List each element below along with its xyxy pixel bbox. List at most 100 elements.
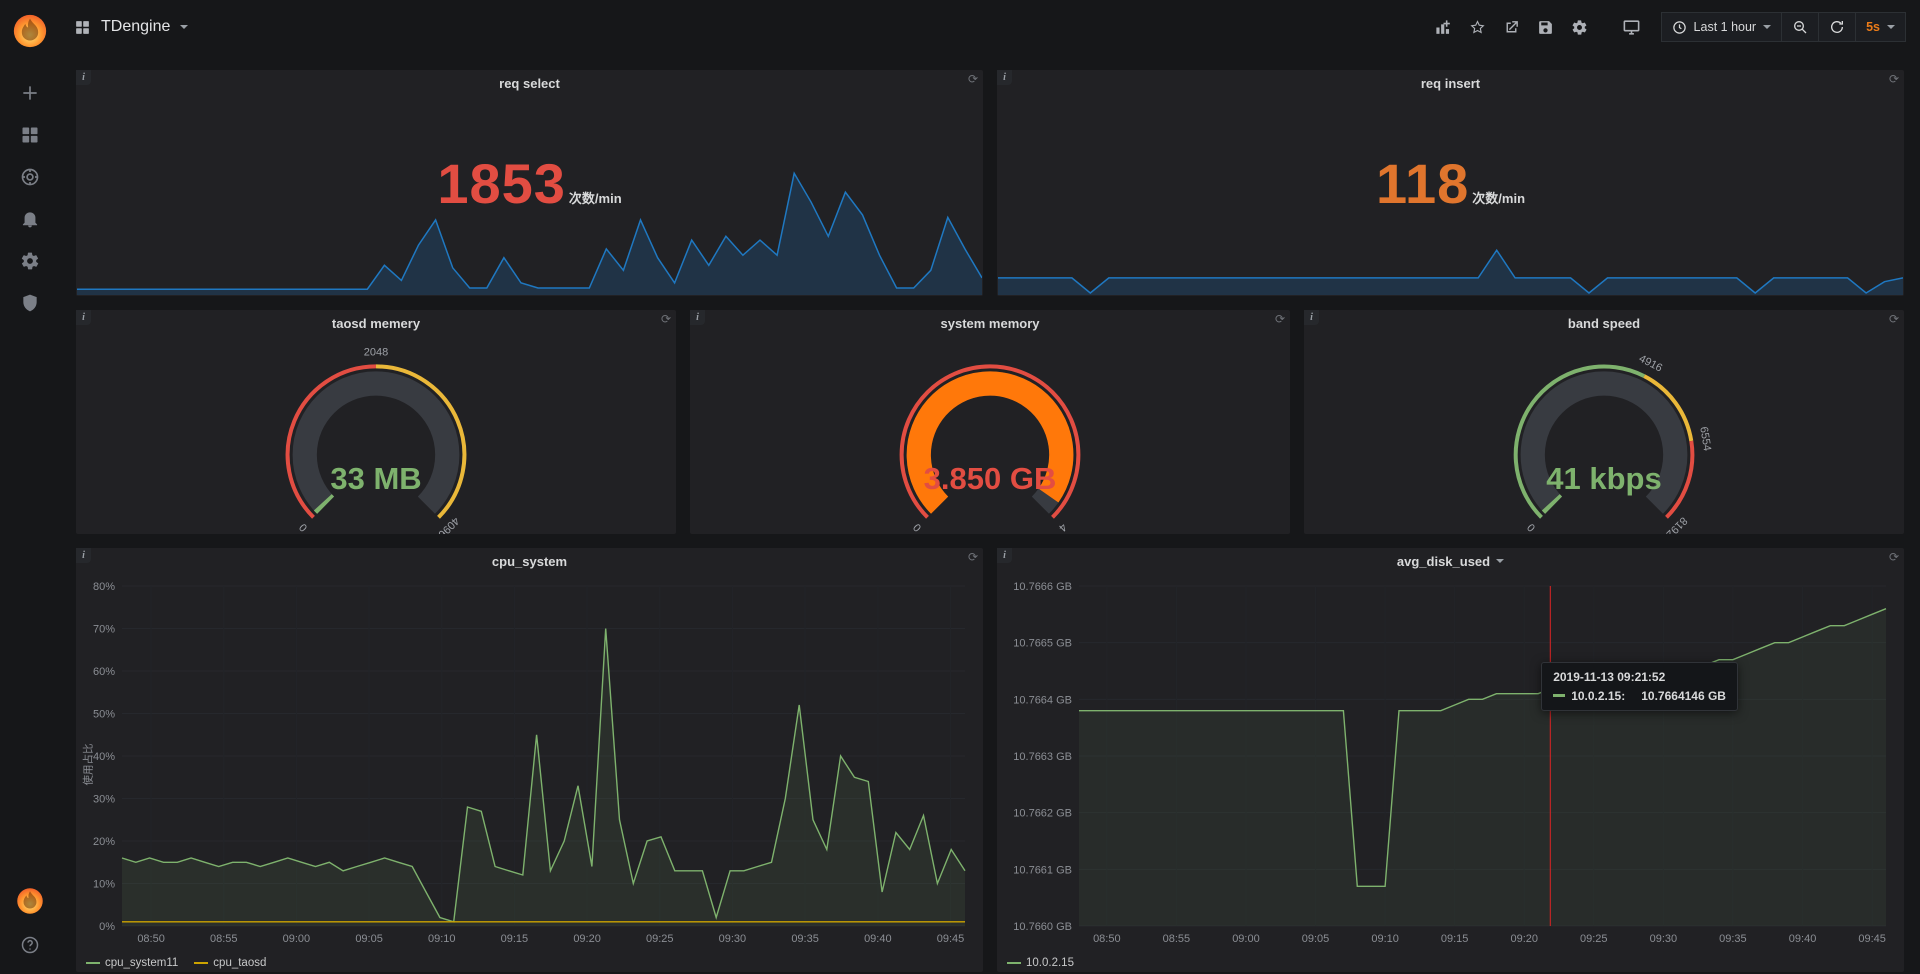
panel-body: 118 次数/min: [997, 96, 1904, 296]
dashboard-settings-button[interactable]: [1565, 12, 1595, 42]
x-axis-tick-label: 08:50: [1093, 933, 1121, 945]
panel-title[interactable]: avg_disk_used: [1397, 554, 1504, 569]
panel-info-icon[interactable]: i: [997, 70, 1012, 85]
x-axis-tick-label: 09:40: [864, 933, 892, 945]
taosd-memory-gauge: 02048409633 MB: [76, 336, 676, 534]
panel-title[interactable]: req select: [499, 76, 560, 91]
star-icon: [1469, 19, 1486, 36]
grafana-logo[interactable]: [11, 12, 49, 50]
gauge-chart: 049166554819241 kbps: [1304, 336, 1904, 534]
panel-body: 1853 次数/min: [76, 96, 983, 296]
sidebar-item-create[interactable]: [0, 72, 60, 114]
save-icon: [1537, 19, 1554, 36]
x-axis-tick-label: 09:30: [719, 933, 747, 945]
user-avatar[interactable]: [15, 886, 45, 916]
sidebar-item-configuration[interactable]: [0, 240, 60, 282]
sidebar-item-explore[interactable]: [0, 156, 60, 198]
system-memory-gauge: 043.850 GB: [690, 336, 1290, 534]
timeseries-chart: 10.7660 GB10.7661 GB10.7662 GB10.7663 GB…: [1003, 576, 1896, 948]
panel-title[interactable]: cpu_system: [492, 554, 567, 569]
navbar: TDengine: [60, 0, 1920, 54]
panel-info-icon[interactable]: i: [1304, 310, 1319, 325]
panel-header: req insert: [997, 70, 1904, 96]
dashboard-grid: i ⟳ req select 1853 次数/min i ⟳ r: [60, 54, 1920, 974]
time-range-label: Last 1 hour: [1694, 20, 1757, 34]
chevron-down-icon: [1887, 25, 1895, 29]
singlestat-unit: 次数/min: [1472, 188, 1525, 207]
tooltip-series-value: 10.7664146 GB: [1641, 689, 1726, 703]
monitor-icon: [1622, 18, 1641, 37]
refresh-interval-label: 5s: [1866, 20, 1880, 34]
y-axis-tick-label: 10.7664 GB: [1013, 694, 1072, 706]
star-dashboard-button[interactable]: [1463, 12, 1493, 42]
panel-loading-icon: ⟳: [1889, 550, 1899, 564]
sidebar-item-alerting[interactable]: [0, 198, 60, 240]
panel-req-insert: i ⟳ req insert 118 次数/min: [997, 70, 1904, 296]
cycle-view-mode-button[interactable]: [1617, 12, 1647, 42]
legend-item[interactable]: cpu_system11: [86, 957, 178, 969]
cpu-system-graph: 0%10%20%30%40%50%60%70%80%08:5008:5509:0…: [82, 576, 975, 948]
y-axis-label: 使用占比: [81, 744, 96, 786]
grafana-flame-icon: [11, 12, 49, 50]
panel-header: avg_disk_used: [997, 548, 1904, 574]
y-axis-tick-label: 50%: [93, 709, 115, 721]
sidebar-bottom: [0, 886, 60, 960]
zoom-out-button[interactable]: [1782, 12, 1819, 42]
panel-body: 使用占比 0%10%20%30%40%50%60%70%80%08:5008:5…: [76, 574, 983, 972]
gauge-value: 33 MB: [330, 461, 421, 496]
y-axis-tick-label: 0%: [99, 921, 115, 933]
panel-info-icon[interactable]: i: [76, 70, 91, 85]
panel-body: 049166554819241 kbps: [1304, 336, 1904, 534]
singlestat-unit: 次数/min: [569, 188, 622, 207]
singlestat-value-wrap: 118 次数/min: [997, 156, 1904, 212]
y-axis-tick-label: 40%: [93, 751, 115, 763]
graph-tooltip: 2019-11-13 09:21:52 10.0.2.15: 10.766414…: [1541, 662, 1738, 711]
y-axis-tick-label: 10%: [93, 879, 115, 891]
panel-title[interactable]: system memory: [941, 316, 1040, 331]
x-axis-tick-label: 09:20: [1510, 933, 1538, 945]
panel-body: 02048409633 MB: [76, 336, 676, 534]
panel-loading-icon: ⟳: [1889, 72, 1899, 86]
y-axis-tick-label: 30%: [93, 794, 115, 806]
gauge-chart: 02048409633 MB: [76, 336, 676, 534]
refresh-interval-picker[interactable]: 5s: [1856, 12, 1906, 42]
panel-title[interactable]: band speed: [1568, 316, 1640, 331]
panel-info-icon[interactable]: i: [997, 548, 1012, 563]
panel-info-icon[interactable]: i: [690, 310, 705, 325]
legend-series-label: cpu_system11: [105, 957, 178, 969]
share-icon: [1503, 19, 1520, 36]
dashboard-grid-icon: [74, 19, 91, 36]
share-dashboard-button[interactable]: [1497, 12, 1527, 42]
sidebar-item-help[interactable]: [0, 930, 60, 960]
main-area: TDengine: [60, 0, 1920, 974]
dashboard-picker[interactable]: TDengine: [74, 18, 188, 36]
legend-item[interactable]: cpu_taosd: [194, 957, 266, 969]
panel-taosd-memory: i ⟳ taosd memery 02048409633 MB: [76, 310, 676, 534]
refresh-icon: [1829, 19, 1845, 35]
y-axis-tick-label: 10.7665 GB: [1013, 638, 1072, 650]
add-panel-button[interactable]: [1429, 12, 1459, 42]
refresh-button[interactable]: [1819, 12, 1856, 42]
panel-band-speed: i ⟳ band speed 049166554819241 kbps: [1304, 310, 1904, 534]
panel-info-icon[interactable]: i: [76, 548, 91, 563]
singlestat-value-wrap: 1853 次数/min: [76, 156, 983, 212]
timeseries-chart: 0%10%20%30%40%50%60%70%80%08:5008:5509:0…: [82, 576, 975, 948]
panel-header: band speed: [1304, 310, 1904, 336]
sidebar: [0, 0, 60, 974]
save-dashboard-button[interactable]: [1531, 12, 1561, 42]
explore-compass-icon: [20, 167, 40, 187]
legend-item[interactable]: 10.0.2.15: [1007, 957, 1074, 969]
panel-info-icon[interactable]: i: [76, 310, 91, 325]
clock-icon: [1672, 20, 1687, 35]
x-axis-tick-label: 09:45: [937, 933, 965, 945]
x-axis-tick-label: 09:15: [501, 933, 529, 945]
tooltip-series-color: [1553, 694, 1565, 697]
panel-cpu-system: i ⟳ cpu_system 使用占比 0%10%20%30%40%50%60%…: [76, 548, 983, 972]
panel-title[interactable]: taosd memery: [332, 316, 420, 331]
panel-title[interactable]: req insert: [1421, 76, 1480, 91]
sidebar-item-dashboards[interactable]: [0, 114, 60, 156]
grafana-app: TDengine: [0, 0, 1920, 974]
time-range-picker[interactable]: Last 1 hour: [1661, 12, 1783, 42]
avg-disk-used-graph: 10.7660 GB10.7661 GB10.7662 GB10.7663 GB…: [1003, 576, 1896, 948]
sidebar-item-server-admin[interactable]: [0, 282, 60, 324]
